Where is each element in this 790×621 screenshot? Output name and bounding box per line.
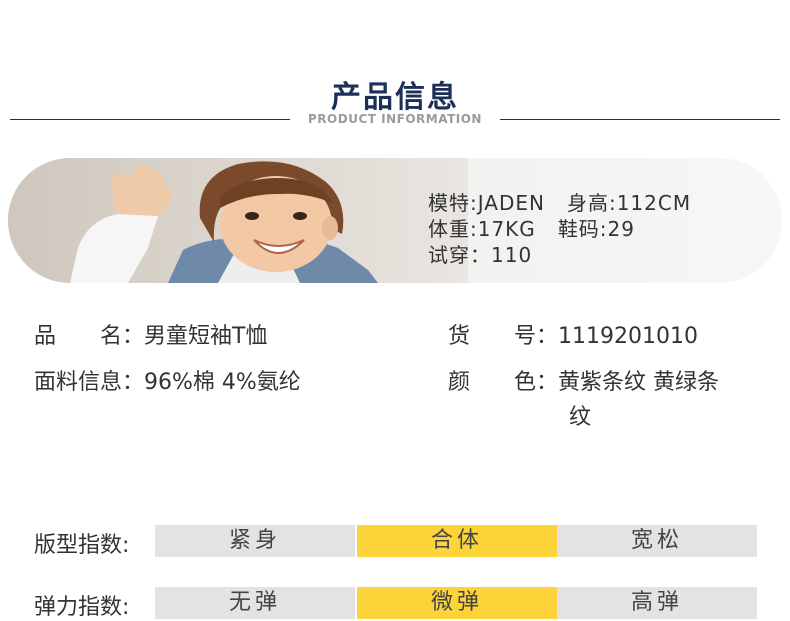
spec-color: 颜 色：黄紫条纹 黄绿条: [448, 364, 719, 396]
spec-value: 男童短袖T恤: [144, 324, 268, 349]
model-photo: [8, 158, 468, 283]
spec-label: 颜 色：: [448, 370, 559, 395]
spec-label: 面料信息：: [34, 370, 145, 395]
model-info-row-2: 体重:17KG 鞋码:29: [428, 216, 691, 242]
spec-value: 1119201010: [558, 324, 698, 349]
elastic-index-label: 弹力指数:: [34, 595, 130, 620]
model-shoe-size: 鞋码:29: [557, 217, 635, 241]
fit-option-tight: 紧身: [155, 525, 355, 557]
page-title: 产品信息: [331, 80, 459, 115]
fit-option-regular: 合体: [357, 525, 557, 557]
spec-label: 品 名：: [34, 324, 145, 349]
model-fit-size: 试穿：110: [428, 243, 533, 267]
spec-item-number: 货 号：1119201010: [448, 318, 698, 350]
title-rule-right: [500, 119, 780, 120]
spec-value: 黄紫条纹 黄绿条: [558, 370, 720, 395]
fit-option-loose: 宽松: [557, 525, 757, 557]
model-info-row-3: 试穿：110: [428, 242, 691, 268]
model-height: 身高:112CM: [566, 191, 692, 215]
model-info: 模特:JADEN 身高:112CM 体重:17KG 鞋码:29 试穿：110: [428, 190, 691, 268]
elastic-option-high: 高弹: [557, 587, 757, 619]
elastic-option-slight: 微弹: [357, 587, 557, 619]
model-info-row-1: 模特:JADEN 身高:112CM: [428, 190, 691, 216]
spec-color-wrap: 纹: [569, 405, 592, 430]
model-weight: 体重:17KG: [428, 217, 536, 241]
spec-label: 货 号：: [448, 324, 559, 349]
spec-product-name: 品 名：男童短袖T恤: [34, 318, 267, 350]
elastic-option-none: 无弹: [155, 587, 355, 619]
fit-index-label: 版型指数:: [34, 533, 130, 558]
spec-value: 96%棉 4%氨纶: [144, 370, 301, 395]
spec-fabric: 面料信息：96%棉 4%氨纶: [34, 364, 301, 396]
model-name: 模特:JADEN: [428, 191, 545, 215]
